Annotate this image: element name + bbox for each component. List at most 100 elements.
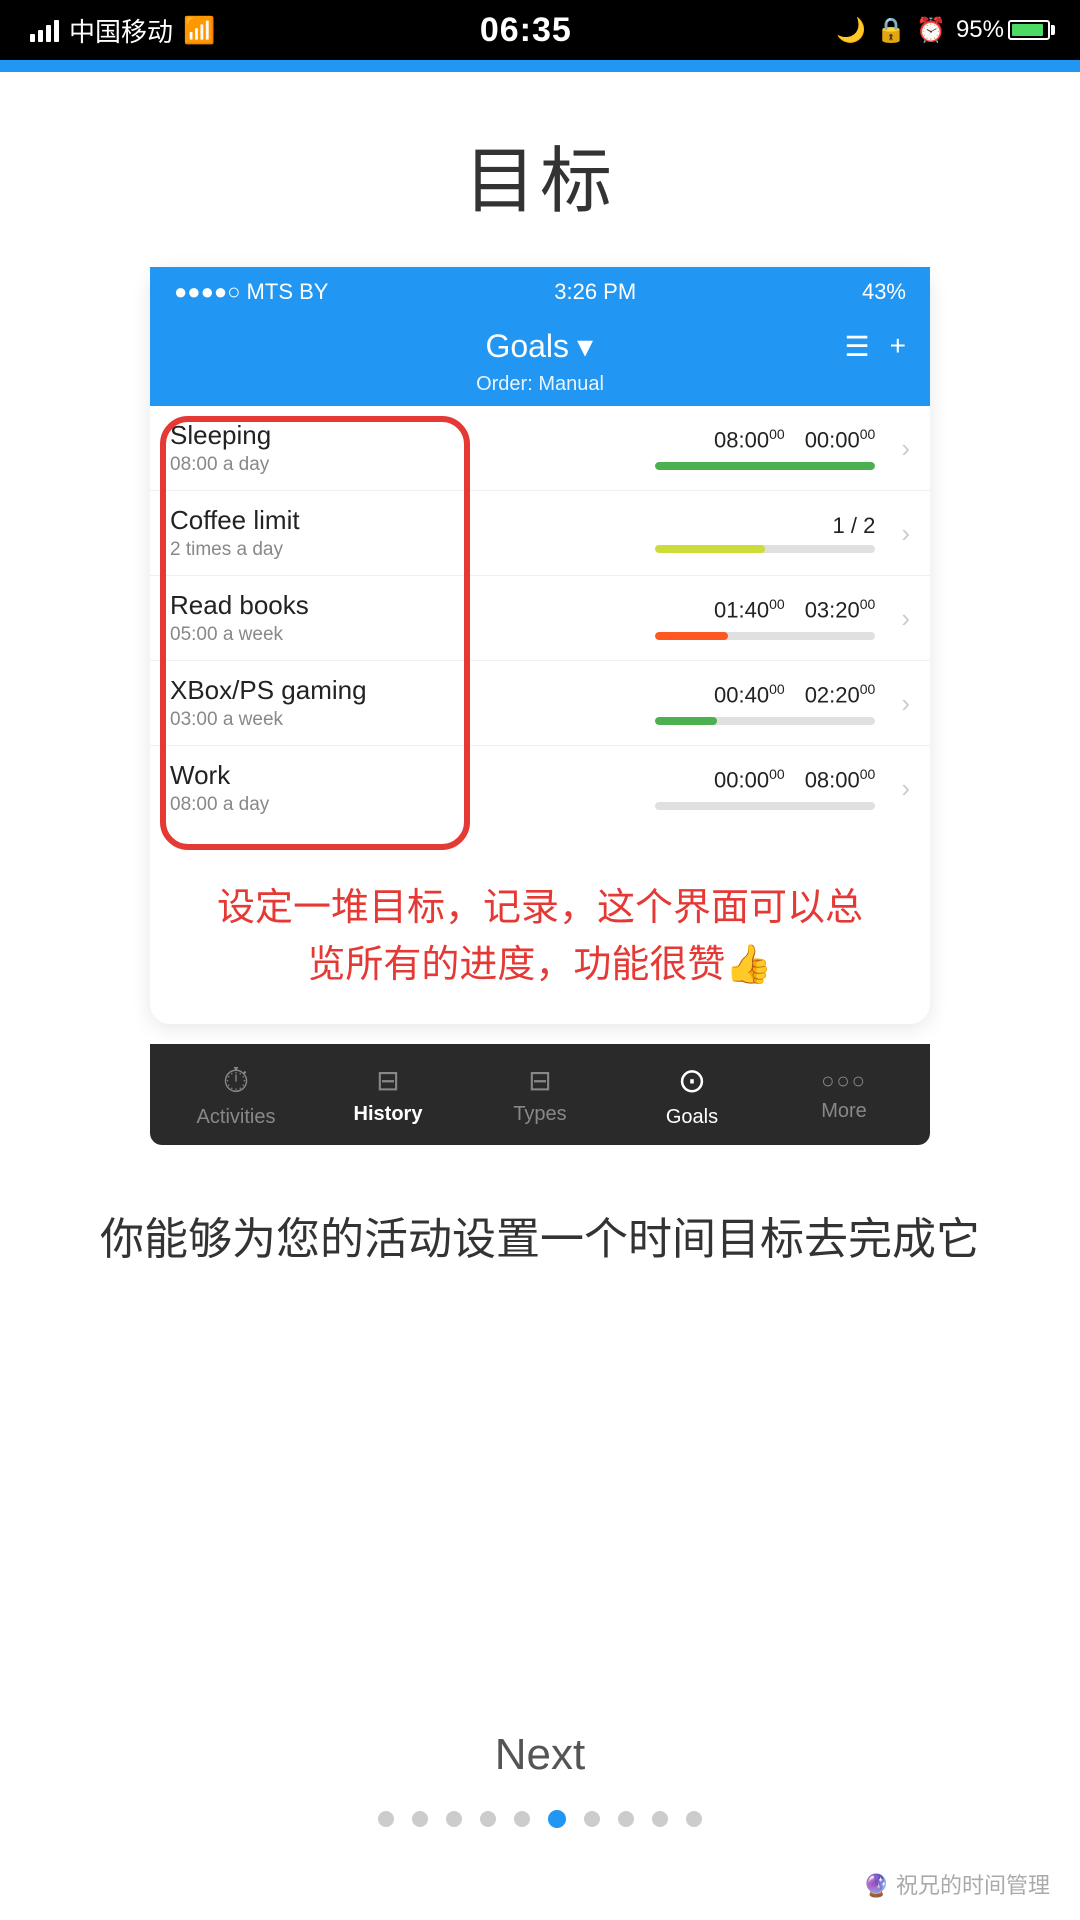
goals-label: Goals (485, 328, 569, 365)
time-val-3: 01:4000 (714, 596, 785, 623)
goal-row-gaming[interactable]: XBox/PS gaming 03:00 a week 00:4000 02:2… (150, 661, 930, 746)
arrow-icon-gaming: › (901, 688, 910, 719)
phone-title-bar: Goals ▾ ☰ + (150, 317, 930, 373)
page-title: 目标 (464, 122, 616, 227)
tab-history[interactable]: ⊟ History (312, 1067, 464, 1126)
arrow-icon-work: › (901, 773, 910, 804)
tab-activities[interactable]: ⏱ Activities (160, 1064, 312, 1129)
goal-row-coffee[interactable]: Coffee limit 2 times a day 1 / 2 › (150, 491, 930, 576)
time-val-7: 00:0000 (714, 766, 785, 793)
goal-sub-readbooks: 05:00 a week (170, 624, 480, 646)
phone-status-bar: ●●●●○ MTS BY 3:26 PM 43% (150, 267, 930, 317)
goal-row-sleeping[interactable]: Sleeping 08:00 a day 08:0000 00:0000 › (150, 406, 930, 491)
arrow-icon-sleeping: › (901, 433, 910, 464)
progress-bar-readbooks (655, 632, 875, 640)
goal-info-readbooks: Read books 05:00 a week (170, 590, 480, 646)
description-text: 你能够为您的活动设置一个时间目标去完成它 (40, 1145, 1040, 1315)
arrow-icon-coffee: › (901, 518, 910, 549)
progress-bar-coffee (655, 545, 875, 553)
carrier-label: 中国移动 (69, 12, 173, 49)
phone-screenshot: ●●●●○ MTS BY 3:26 PM 43% Goals ▾ ☰ + Ord… (150, 267, 930, 1024)
activities-icon: ⏱ (223, 1064, 250, 1098)
next-button[interactable]: Next (495, 1730, 585, 1780)
time-val-5: 00:4000 (714, 681, 785, 708)
dot-6[interactable] (584, 1811, 600, 1827)
types-label: Types (513, 1103, 566, 1126)
status-left: 中国移动 📶 (30, 12, 215, 49)
time-val-1: 08:0000 (714, 426, 785, 453)
goal-stats-gaming: 00:4000 02:2000 (480, 681, 891, 724)
dot-7[interactable] (618, 1811, 634, 1827)
tab-types[interactable]: ⊟ Types (464, 1067, 616, 1126)
alarm-icon: ⏰ (916, 16, 946, 45)
moon-icon: 🌙 (836, 16, 866, 45)
tab-goals[interactable]: ⊙ Goals (616, 1064, 768, 1129)
goals-tab-label: Goals (666, 1106, 718, 1129)
progress-bar-sleeping (655, 462, 875, 470)
goal-info-gaming: XBox/PS gaming 03:00 a week (170, 675, 480, 731)
dot-5[interactable] (548, 1810, 566, 1828)
goal-times-sleeping: 08:0000 00:0000 (714, 426, 875, 453)
progress-fill-sleeping (655, 462, 875, 470)
phone-tab-bar: ⏱ Activities ⊟ History ⊟ Types ⊙ Goals ○… (150, 1044, 930, 1145)
goals-list: Sleeping 08:00 a day 08:0000 00:0000 › (150, 406, 930, 840)
goal-name-readbooks: Read books (170, 590, 480, 621)
goal-name-coffee: Coffee limit (170, 505, 480, 536)
goal-name-sleeping: Sleeping (170, 420, 480, 451)
battery-percent: 95% (956, 16, 1004, 44)
dot-0[interactable] (378, 1811, 394, 1827)
goal-stats-work: 00:0000 08:0000 (480, 766, 891, 809)
phone-time: 3:26 PM (554, 279, 636, 305)
comment-text: 设定一堆目标，记录，这个界面可以总览所有的进度，功能很赞👍 (150, 840, 930, 1024)
filter-icon[interactable]: ☰ (845, 330, 870, 363)
watermark-text: 祝兄的时间管理 (896, 1873, 1050, 1898)
arrow-icon-readbooks: › (901, 603, 910, 634)
accent-bar (0, 60, 1080, 72)
phone-battery: 43% (862, 279, 906, 305)
wifi-icon: 📶 (183, 15, 215, 46)
add-icon[interactable]: + (890, 330, 906, 363)
progress-bar-gaming (655, 717, 875, 725)
goal-times-work: 00:0000 08:0000 (714, 766, 875, 793)
time-display: 06:35 (480, 11, 572, 50)
order-label: Order: Manual (150, 373, 930, 406)
battery-fill (1012, 24, 1043, 36)
goal-info-work: Work 08:00 a day (170, 760, 480, 816)
goal-sub-coffee: 2 times a day (170, 539, 480, 561)
dot-1[interactable] (412, 1811, 428, 1827)
more-label: More (821, 1100, 867, 1123)
coffee-fraction: 1 / 2 (833, 513, 876, 539)
progress-fill-coffee (655, 545, 765, 553)
activities-label: Activities (197, 1106, 276, 1129)
types-icon: ⊟ (528, 1067, 551, 1095)
battery-display: 95% (956, 16, 1050, 44)
history-icon: ⊟ (376, 1067, 399, 1095)
goal-stats-sleeping: 08:0000 00:0000 (480, 426, 891, 469)
dot-2[interactable] (446, 1811, 462, 1827)
goal-sub-work: 08:00 a day (170, 794, 480, 816)
dot-4[interactable] (514, 1811, 530, 1827)
dot-9[interactable] (686, 1811, 702, 1827)
dropdown-icon: ▾ (577, 327, 593, 365)
lock-icon: 🔒 (876, 16, 906, 45)
phone-goals-title: Goals ▾ (485, 327, 593, 365)
phone-top-bar: ●●●●○ MTS BY 3:26 PM 43% Goals ▾ ☰ + Ord… (150, 267, 930, 406)
goal-name-gaming: XBox/PS gaming (170, 675, 480, 706)
goal-sub-sleeping: 08:00 a day (170, 454, 480, 476)
goal-row-work[interactable]: Work 08:00 a day 00:0000 08:0000 › (150, 746, 930, 830)
time-val-4: 03:2000 (805, 596, 876, 623)
goal-stats-coffee: 1 / 2 (480, 513, 891, 553)
dots-pagination (378, 1810, 702, 1828)
goal-info-sleeping: Sleeping 08:00 a day (170, 420, 480, 476)
dot-8[interactable] (652, 1811, 668, 1827)
time-val-8: 08:0000 (805, 766, 876, 793)
battery-icon (1008, 20, 1050, 40)
goal-row-readbooks[interactable]: Read books 05:00 a week 01:4000 03:2000 … (150, 576, 930, 661)
goal-sub-gaming: 03:00 a week (170, 709, 480, 731)
tab-more[interactable]: ○○○ More (768, 1070, 920, 1123)
goal-stats-readbooks: 01:4000 03:2000 (480, 596, 891, 639)
goal-times-readbooks: 01:4000 03:2000 (714, 596, 875, 623)
signal-icon (30, 18, 59, 42)
dot-3[interactable] (480, 1811, 496, 1827)
goal-info-coffee: Coffee limit 2 times a day (170, 505, 480, 561)
